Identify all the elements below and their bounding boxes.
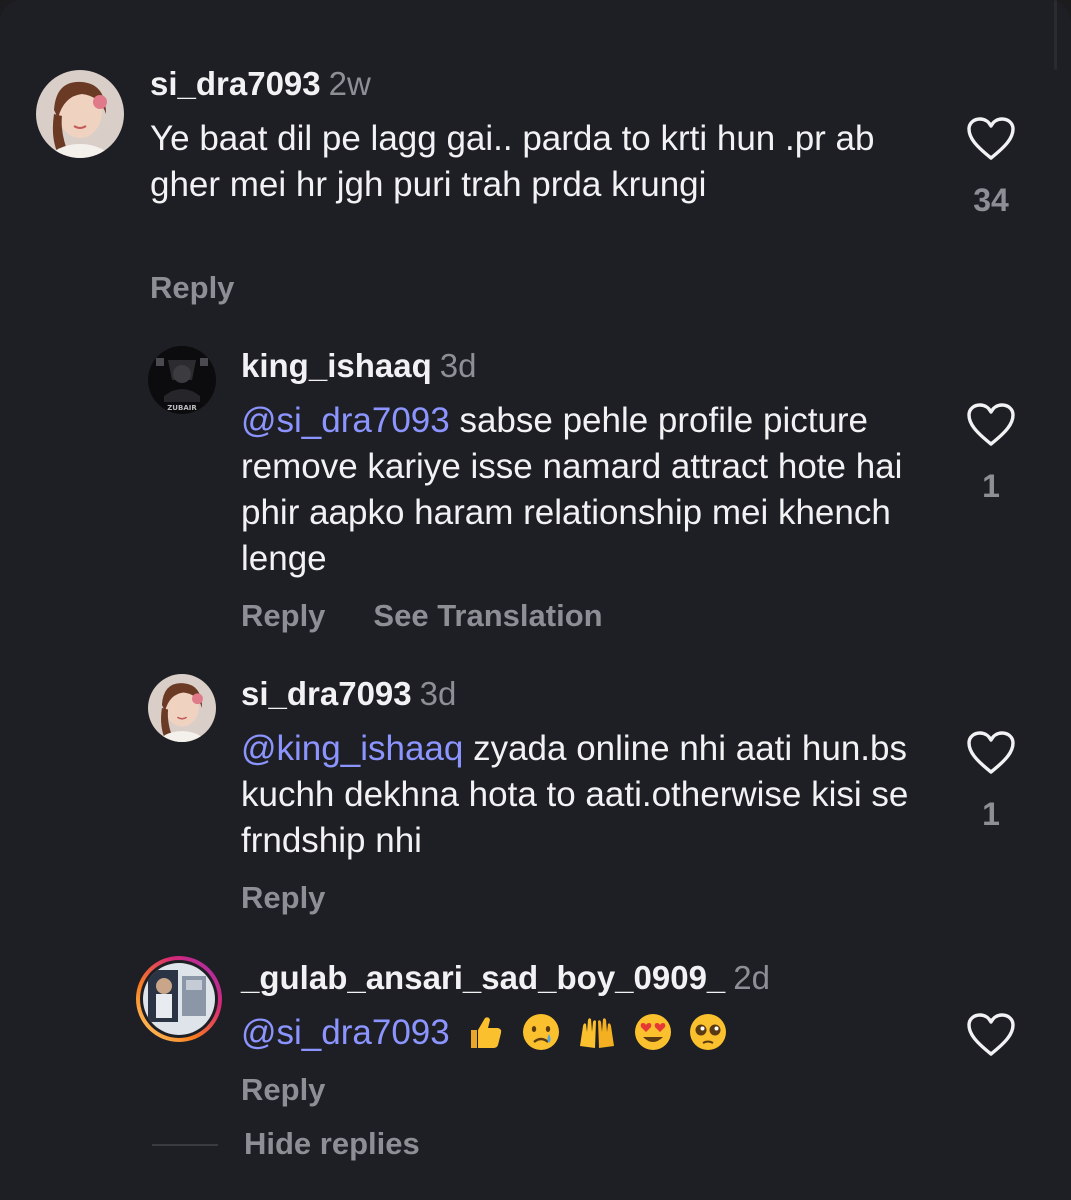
like-count: 1 xyxy=(982,796,1000,832)
comment-actions: Reply xyxy=(150,270,234,306)
username[interactable]: si_dra7093 xyxy=(150,65,321,102)
avatar[interactable] xyxy=(36,70,124,158)
avatar-caption: ZUBAIR xyxy=(167,404,197,412)
username[interactable]: king_ishaaq xyxy=(241,347,432,384)
woman-portrait-icon xyxy=(36,70,124,158)
username[interactable]: _gulab_ansari_sad_boy_0909_ xyxy=(241,959,725,996)
username[interactable]: si_dra7093 xyxy=(241,675,412,712)
reply-button[interactable]: Reply xyxy=(241,598,325,633)
comment-text: @king_ishaaq zyada online nhi aati hun.b… xyxy=(241,726,921,864)
timestamp: 3d xyxy=(439,347,477,384)
timestamp: 3d xyxy=(419,675,457,712)
comment-actions: Reply xyxy=(241,1072,325,1108)
woman-portrait-icon xyxy=(148,674,216,742)
heart-eyes-face-icon xyxy=(633,1012,673,1052)
heart-icon[interactable] xyxy=(966,1012,1016,1058)
story-ring-icon xyxy=(136,956,222,1042)
timestamp: 2w xyxy=(328,65,371,102)
like-control: 34 xyxy=(961,116,1021,218)
mention-link[interactable]: @king_ishaaq xyxy=(241,729,463,768)
timestamp: 2d xyxy=(733,959,771,996)
heart-icon[interactable] xyxy=(966,116,1016,162)
reply-button[interactable]: Reply xyxy=(241,880,325,915)
avatar[interactable]: ZUBAIR xyxy=(148,346,216,414)
scroll-indicator[interactable] xyxy=(1054,0,1057,70)
heart-icon[interactable] xyxy=(966,402,1016,448)
divider xyxy=(152,1144,218,1146)
comment-text: @si_dra7093 xyxy=(241,1010,921,1056)
dark-logo-icon: ZUBAIR xyxy=(148,346,216,414)
mention-link[interactable]: @si_dra7093 xyxy=(241,401,450,440)
reply-button[interactable]: Reply xyxy=(150,270,234,305)
like-control: 1 xyxy=(961,402,1021,504)
see-translation-button[interactable]: See Translation xyxy=(373,598,602,633)
comment-actions: Reply See Translation xyxy=(241,598,603,634)
like-count: 34 xyxy=(973,182,1009,218)
heart-icon[interactable] xyxy=(966,730,1016,776)
reply-button[interactable]: Reply xyxy=(241,1072,325,1107)
like-control xyxy=(961,1012,1021,1058)
comment-text: @si_dra7093 sabse pehle profile picture … xyxy=(241,398,921,582)
pleading-face-icon xyxy=(688,1012,728,1052)
thumbs-up-icon xyxy=(465,1012,505,1052)
comment-text: Ye baat dil pe lagg gai.. parda to krti … xyxy=(150,116,890,208)
comment-actions: Reply xyxy=(241,880,325,916)
mention-link[interactable]: @si_dra7093 xyxy=(241,1013,450,1052)
crying-face-icon xyxy=(521,1012,561,1052)
like-count: 1 xyxy=(982,468,1000,504)
avatar[interactable] xyxy=(148,674,216,742)
comment-body: Ye baat dil pe lagg gai.. parda to krti … xyxy=(150,119,875,204)
like-control: 1 xyxy=(961,730,1021,832)
comments-panel: si_dra7093 2w Ye baat dil pe lagg gai.. p… xyxy=(0,0,1071,1200)
hide-replies-button[interactable]: Hide replies xyxy=(244,1124,420,1164)
raising-hands-icon xyxy=(577,1012,617,1052)
avatar-story-ring[interactable] xyxy=(134,954,224,1044)
